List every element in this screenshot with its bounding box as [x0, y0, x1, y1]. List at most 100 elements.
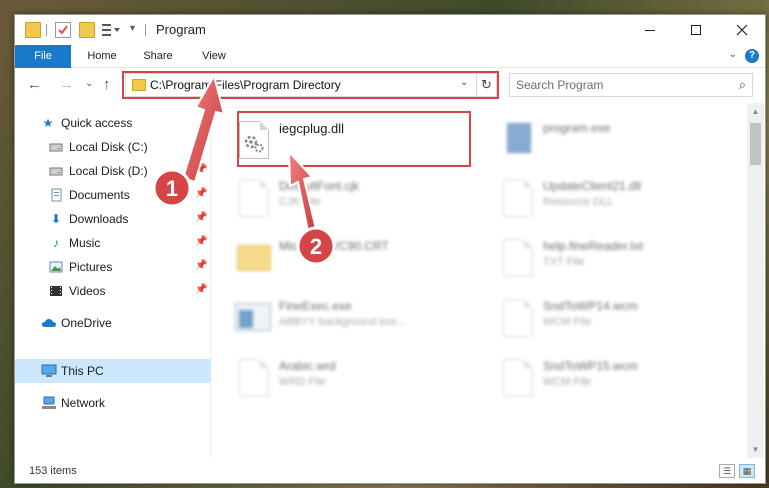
- sidebar-item-this-pc[interactable]: This PC: [15, 359, 211, 383]
- divider: [145, 24, 146, 36]
- text-file-icon: [503, 239, 533, 277]
- sidebar-item-label: This PC: [61, 364, 104, 378]
- search-box[interactable]: ⌕: [509, 73, 753, 97]
- file-type: Resource DLL: [543, 196, 614, 208]
- file-name: Microsoft.VC90.CRT: [279, 239, 389, 253]
- file-type: WCM File: [543, 376, 592, 388]
- large-icons-view-icon[interactable]: ▦: [739, 464, 755, 478]
- file-type: CJK File: [279, 196, 321, 208]
- status-bar: 153 items ☰ ▦: [15, 459, 765, 483]
- expand-ribbon-icon[interactable]: ⌄: [729, 49, 737, 60]
- download-icon: ⬇: [50, 212, 62, 226]
- sidebar-item-pictures[interactable]: Pictures 📌: [15, 255, 211, 279]
- sidebar-item-label: Network: [61, 396, 106, 410]
- tab-share[interactable]: Share: [133, 45, 183, 68]
- file-name: FineExec.exe: [279, 299, 352, 313]
- file-item-help-text[interactable]: help.fineReader.txt TXT File: [477, 231, 717, 285]
- file-item-vc90-crt[interactable]: Microsoft.VC90.CRT: [213, 231, 453, 285]
- pin-icon[interactable]: 📌: [195, 140, 207, 151]
- scrollbar-thumb[interactable]: [750, 123, 761, 165]
- sidebar-item-music[interactable]: ♪ Music 📌: [15, 231, 211, 255]
- sidebar-item-local-disk-d[interactable]: Local Disk (D:) 📌: [15, 159, 211, 183]
- sidebar-item-local-disk-c[interactable]: Local Disk (C:) 📌: [15, 135, 211, 159]
- sidebar-item-label: Documents: [69, 188, 130, 202]
- file-name: DefaultFont.cjk: [279, 179, 360, 193]
- chevron-down-icon[interactable]: ▾: [130, 23, 135, 34]
- pictures-icon: [49, 260, 63, 274]
- new-folder-icon[interactable]: [79, 22, 95, 38]
- folder-icon: [237, 245, 271, 271]
- maximize-button[interactable]: [673, 15, 719, 45]
- sidebar-item-downloads[interactable]: ⬇ Downloads 📌: [15, 207, 211, 231]
- file-type: TXT File: [543, 256, 585, 268]
- scroll-up-icon[interactable]: ▲: [747, 103, 764, 120]
- file-item-sndtowp14[interactable]: SndToWP14.wcm WCM File: [477, 291, 717, 345]
- file-name: help.fineReader.txt: [543, 239, 644, 253]
- file-item-default-font[interactable]: DefaultFont.cjk CJK File: [213, 171, 453, 225]
- item-count: 153 items: [29, 465, 77, 477]
- file-item-sndtowp15[interactable]: SndToWP15.wcm WCM File: [477, 351, 717, 405]
- address-row: ← → ⌄ ↑ C:\Program Files\Program Directo…: [15, 69, 765, 101]
- drive-icon: [49, 140, 63, 154]
- properties-icon[interactable]: [55, 22, 71, 38]
- pin-icon[interactable]: 📌: [195, 212, 207, 223]
- search-icon[interactable]: ⌕: [739, 77, 746, 93]
- vertical-scrollbar[interactable]: ▲ ▼: [747, 103, 764, 458]
- customize-quick-access-icon[interactable]: [101, 22, 120, 38]
- file-type: WRD File: [279, 376, 327, 388]
- file-name: UpdateClient21.dll: [543, 179, 642, 193]
- generic-file-icon: [239, 179, 269, 217]
- pin-icon[interactable]: 📌: [195, 260, 207, 271]
- tab-home[interactable]: Home: [77, 45, 127, 68]
- ribbon: File Home Share View ⌄ ?: [15, 45, 765, 68]
- sidebar-item-label: Pictures: [69, 260, 113, 274]
- sidebar-item-label: Music: [69, 236, 101, 250]
- documents-icon: [49, 188, 63, 202]
- details-view-icon[interactable]: ☰: [719, 464, 735, 478]
- file-item-program-exe[interactable]: program.exe: [477, 113, 717, 167]
- sidebar-item-quick-access[interactable]: ★ Quick access: [15, 111, 211, 135]
- file-name: program.exe: [543, 121, 611, 135]
- file-item-fine-exec[interactable]: FineExec.exe ABBYY background exe...: [213, 291, 453, 345]
- sidebar-item-label: Local Disk (D:): [69, 164, 148, 178]
- file-name: SndToWP15.wcm: [543, 359, 638, 373]
- sidebar-item-network[interactable]: Network: [15, 391, 211, 415]
- sidebar-item-videos[interactable]: Videos 📌: [15, 279, 211, 303]
- file-item-arabic-wrd[interactable]: Arabic.wrd WRD File: [213, 351, 453, 405]
- recent-locations-icon[interactable]: ⌄: [85, 78, 93, 89]
- file-type: WCM File: [543, 316, 592, 328]
- computer-icon: [41, 364, 57, 378]
- file-highlight-box: [237, 111, 471, 167]
- generic-file-icon: [503, 299, 533, 337]
- sidebar-item-label: Quick access: [61, 116, 133, 130]
- pin-icon[interactable]: 📌: [195, 164, 207, 175]
- dll-file-icon: [503, 179, 533, 217]
- sidebar-item-documents[interactable]: Documents 📌: [15, 183, 211, 207]
- explorer-window: ▾ Program File Home Share View ⌄ ? ← → ⌄…: [14, 14, 766, 484]
- pin-icon[interactable]: 📌: [195, 188, 207, 199]
- app-window-icon: [235, 303, 271, 331]
- cloud-icon: [41, 316, 56, 330]
- tab-file[interactable]: File: [15, 45, 71, 68]
- back-arrow-icon[interactable]: ←: [27, 76, 42, 93]
- address-highlight-box: [122, 71, 499, 99]
- pin-icon[interactable]: 📌: [195, 236, 207, 247]
- file-name: Arabic.wrd: [279, 359, 336, 373]
- close-button[interactable]: [719, 15, 765, 45]
- file-item-update-client[interactable]: UpdateClient21.dll Resource DLL: [477, 171, 717, 225]
- up-arrow-icon[interactable]: ↑: [103, 76, 111, 93]
- generic-file-icon: [239, 359, 269, 397]
- sidebar-item-onedrive[interactable]: OneDrive: [15, 311, 211, 335]
- search-input[interactable]: [516, 77, 726, 93]
- minimize-button[interactable]: [627, 15, 673, 45]
- sidebar-item-label: Local Disk (C:): [69, 140, 148, 154]
- folder-icon: [25, 22, 41, 38]
- generic-file-icon: [503, 359, 533, 397]
- help-icon[interactable]: ?: [745, 49, 759, 63]
- forward-arrow-icon[interactable]: →: [59, 76, 74, 93]
- music-icon: ♪: [53, 236, 59, 250]
- scroll-down-icon[interactable]: ▼: [747, 441, 764, 458]
- tab-view[interactable]: View: [191, 45, 237, 68]
- navigation-pane: ★ Quick access Local Disk (C:) 📌 Local D…: [15, 103, 211, 458]
- pin-icon[interactable]: 📌: [195, 284, 207, 295]
